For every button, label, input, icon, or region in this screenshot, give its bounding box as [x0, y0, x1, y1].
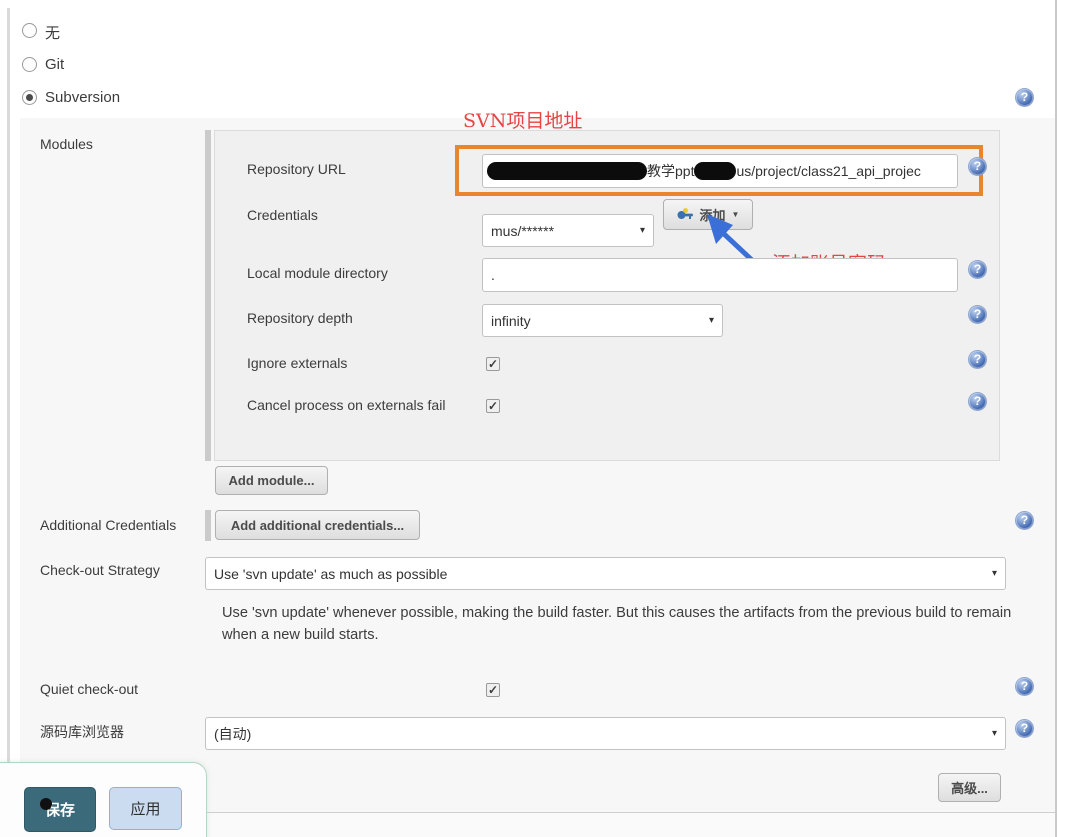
credentials-select[interactable]: mus/****** ▾ [482, 214, 654, 247]
repository-browser-label: 源码库浏览器 [40, 724, 124, 740]
additional-credentials-label: Additional Credentials [40, 517, 177, 533]
additional-credentials-drag-handle [205, 510, 211, 541]
help-icon-cancel-on-externals-fail[interactable]: ? [969, 393, 986, 410]
repository-browser-value: (自动) [214, 725, 252, 742]
radio-label-subversion: Subversion [45, 89, 121, 106]
mouse-cursor-dot [40, 798, 52, 810]
save-button[interactable]: 保存 [24, 787, 96, 832]
help-icon-repository-depth[interactable]: ? [969, 306, 986, 323]
checkout-strategy-select[interactable]: Use 'svn update' as much as possible ▾ [205, 557, 1006, 590]
cancel-on-externals-fail-label: Cancel process on externals fail [247, 397, 446, 413]
quiet-checkout-checkbox[interactable]: ✓ [486, 683, 500, 697]
help-icon-repository-browser[interactable]: ? [1016, 720, 1033, 737]
left-edge-strip [7, 8, 10, 837]
apply-button[interactable]: 应用 [109, 787, 182, 830]
chevron-down-icon: ▾ [708, 315, 714, 326]
repository-depth-label: Repository depth [247, 310, 353, 326]
chevron-down-icon: ▾ [639, 225, 645, 236]
advanced-button[interactable]: 高级... [938, 773, 1001, 802]
highlight-box-annotation [455, 145, 983, 196]
credentials-label: Credentials [247, 207, 318, 223]
chevron-down-icon: ▾ [991, 568, 997, 579]
modules-label: Modules [40, 136, 93, 152]
quiet-checkout-label: Quiet check-out [40, 681, 139, 697]
cancel-on-externals-fail-checkbox[interactable]: ✓ [486, 399, 500, 413]
repository-depth-select[interactable]: infinity ▾ [482, 304, 723, 337]
repository-url-label: Repository URL [247, 161, 346, 177]
key-icon [677, 208, 693, 219]
help-icon-repository-url[interactable]: ? [969, 158, 986, 175]
chevron-down-icon: ▾ [991, 728, 997, 739]
checkout-strategy-label: Check-out Strategy [40, 562, 160, 578]
local-module-directory-value: . [491, 267, 495, 283]
module-drag-handle [205, 130, 211, 461]
local-module-directory-input[interactable]: . [482, 258, 958, 292]
repository-depth-value: infinity [491, 312, 531, 329]
radio-scm-none[interactable] [22, 23, 37, 38]
radio-scm-git[interactable] [22, 57, 37, 72]
checkout-strategy-value: Use 'svn update' as much as possible [214, 565, 448, 582]
ignore-externals-checkbox[interactable]: ✓ [486, 357, 500, 371]
page-right-edge [1055, 0, 1057, 837]
add-module-button[interactable]: Add module... [215, 466, 328, 495]
help-icon-quiet-checkout[interactable]: ? [1016, 678, 1033, 695]
add-additional-credentials-button[interactable]: Add additional credentials... [215, 510, 420, 540]
checkout-strategy-description: Use 'svn update' whenever possible, maki… [222, 605, 1012, 643]
help-icon-additional-credentials[interactable]: ? [1016, 512, 1033, 529]
repository-browser-select[interactable]: (自动) ▾ [205, 717, 1006, 750]
ignore-externals-label: Ignore externals [247, 355, 348, 371]
help-icon-local-module-directory[interactable]: ? [969, 261, 986, 278]
help-icon-ignore-externals[interactable]: ? [969, 351, 986, 368]
help-icon-subversion[interactable]: ? [1016, 89, 1033, 106]
annotation-svn-url: SVN项目地址 [463, 110, 583, 132]
radio-label-git: Git [45, 56, 65, 73]
radio-scm-subversion[interactable] [22, 90, 37, 105]
radio-label-none: 无 [45, 25, 61, 42]
local-module-directory-label: Local module directory [247, 265, 388, 281]
credentials-value: mus/****** [491, 222, 555, 239]
scm-config-page: 无 Git Subversion ? SVN项目地址 Modules Repos… [0, 0, 1077, 837]
